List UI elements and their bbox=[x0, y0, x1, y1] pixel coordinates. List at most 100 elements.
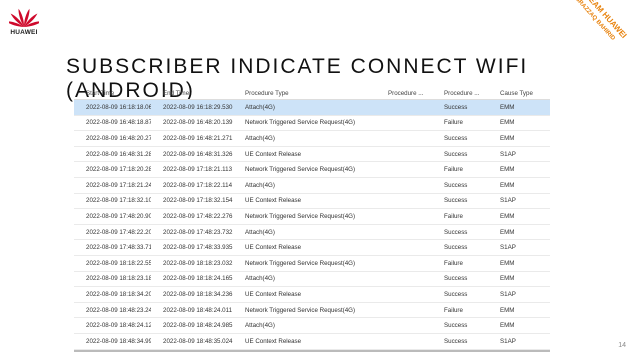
table-row[interactable]: 2022-08-09 17:48:22.200 2022-08-09 17:48:… bbox=[74, 225, 550, 241]
table-cell: S1AP bbox=[500, 337, 516, 345]
table-cell: UE Context Release bbox=[245, 150, 302, 158]
table-cell: EMM bbox=[500, 103, 515, 111]
column-header[interactable]: Start Time bbox=[74, 90, 151, 97]
table-cell: Network Triggered Service Request(4G) bbox=[245, 259, 356, 267]
table-row[interactable]: 2022-08-09 18:48:23.247 2022-08-09 18:48:… bbox=[74, 303, 550, 319]
table-cell: UE Context Release bbox=[245, 197, 302, 205]
table-cell: Network Triggered Service Request(4G) bbox=[245, 166, 356, 174]
table-cell: EMM bbox=[500, 228, 515, 236]
table-cell: S1AP bbox=[500, 290, 516, 298]
table-cell: Success bbox=[444, 134, 468, 142]
table-cell: Success bbox=[444, 244, 468, 252]
table-cell: 2022-08-09 17:18:21.248 bbox=[86, 181, 151, 189]
procedure-table: Start Time End Time Procedure Type Proce… bbox=[74, 87, 550, 352]
table-cell: 2022-08-09 18:48:24.128 bbox=[86, 322, 151, 330]
table-row[interactable]: 2022-08-09 17:48:20.909 2022-08-09 17:48:… bbox=[74, 209, 550, 225]
table-cell: Attach(4G) bbox=[245, 103, 275, 111]
table-cell: 2022-08-09 16:18:18.066 bbox=[86, 103, 151, 111]
table-cell: Success bbox=[444, 337, 468, 345]
table-cell: Failure bbox=[444, 306, 463, 314]
table-cell: EMM bbox=[500, 134, 515, 142]
table-cell: Success bbox=[444, 290, 468, 298]
table-cell: 2022-08-09 18:18:24.165 bbox=[163, 275, 233, 283]
table-cell: 2022-08-09 18:18:23.183 bbox=[86, 275, 151, 283]
table-body: 2022-08-09 16:18:18.066 2022-08-09 16:18:… bbox=[74, 100, 550, 350]
table-row[interactable]: 2022-08-09 18:18:34.201 2022-08-09 18:18:… bbox=[74, 287, 550, 303]
table-row[interactable]: 2022-08-09 16:48:31.289 2022-08-09 16:48:… bbox=[74, 147, 550, 163]
table-cell: 2022-08-09 18:48:23.247 bbox=[86, 306, 151, 314]
table-cell: 2022-08-09 17:48:22.276 bbox=[163, 212, 233, 220]
table-cell: 2022-08-09 18:18:22.556 bbox=[86, 259, 151, 267]
table-row[interactable]: 2022-08-09 17:18:32.107 2022-08-09 17:18:… bbox=[74, 194, 550, 210]
table-cell: 2022-08-09 17:18:32.154 bbox=[163, 197, 233, 205]
table-row[interactable]: 2022-08-09 18:48:24.128 2022-08-09 18:48:… bbox=[74, 318, 550, 334]
table-cell: 2022-08-09 18:48:34.995 bbox=[86, 337, 151, 345]
table-row[interactable]: 2022-08-09 17:18:20.280 2022-08-09 17:18:… bbox=[74, 162, 550, 178]
logo-text: HUAWEI bbox=[10, 29, 38, 36]
table-cell: 2022-08-09 18:18:34.236 bbox=[163, 290, 233, 298]
table-cell: Network Triggered Service Request(4G) bbox=[245, 119, 356, 127]
table-cell: 2022-08-09 16:48:21.271 bbox=[163, 134, 233, 142]
table-cell: Failure bbox=[444, 166, 463, 174]
table-cell: EMM bbox=[500, 275, 515, 283]
table-header: Start Time End Time Procedure Type Proce… bbox=[74, 87, 550, 100]
page-number: 14 bbox=[618, 342, 626, 349]
table-cell: Network Triggered Service Request(4G) bbox=[245, 212, 356, 220]
table-cell: 2022-08-09 16:48:31.326 bbox=[163, 150, 233, 158]
table-row[interactable]: 2022-08-09 17:48:33.715 2022-08-09 17:48:… bbox=[74, 240, 550, 256]
column-header[interactable]: Procedure ... bbox=[432, 90, 488, 97]
huawei-logo-icon bbox=[9, 8, 39, 27]
table-cell: 2022-08-09 17:18:32.107 bbox=[86, 197, 151, 205]
table-cell: 2022-08-09 16:18:29.530 bbox=[163, 103, 233, 111]
table-cell: S1AP bbox=[500, 150, 516, 158]
table-cell: Success bbox=[444, 322, 468, 330]
column-header[interactable]: Procedure ... bbox=[376, 90, 432, 97]
table-row[interactable]: 2022-08-09 18:18:22.556 2022-08-09 18:18:… bbox=[74, 256, 550, 272]
table-cell: 2022-08-09 18:48:24.985 bbox=[163, 322, 233, 330]
table-row[interactable]: 2022-08-09 16:48:20.278 2022-08-09 16:48:… bbox=[74, 131, 550, 147]
table-cell: 2022-08-09 17:48:22.200 bbox=[86, 228, 151, 236]
table-cell: UE Context Release bbox=[245, 244, 302, 252]
table-cell: Success bbox=[444, 181, 468, 189]
table-row[interactable]: 2022-08-09 18:18:23.183 2022-08-09 18:18:… bbox=[74, 272, 550, 288]
column-header[interactable]: Cause Type bbox=[488, 90, 550, 97]
table-cell: S1AP bbox=[500, 197, 516, 205]
table-row[interactable]: 2022-08-09 16:48:18.874 2022-08-09 16:48:… bbox=[74, 116, 550, 132]
table-cell: Success bbox=[444, 197, 468, 205]
table-cell: 2022-08-09 18:48:35.024 bbox=[163, 337, 233, 345]
table-cell: 2022-08-09 17:48:33.935 bbox=[163, 244, 233, 252]
table-cell: EMM bbox=[500, 306, 515, 314]
table-cell: 2022-08-09 16:48:20.278 bbox=[86, 134, 151, 142]
table-cell: Network Triggered Service Request(4G) bbox=[245, 306, 356, 314]
table-cell: 2022-08-09 17:18:20.280 bbox=[86, 166, 151, 174]
column-header[interactable]: End Time bbox=[151, 90, 233, 97]
table-cell: EMM bbox=[500, 119, 515, 127]
column-header[interactable]: Procedure Type bbox=[233, 90, 376, 97]
table-cell: Attach(4G) bbox=[245, 275, 275, 283]
table-cell: Failure bbox=[444, 212, 463, 220]
table-cell: 2022-08-09 17:18:22.114 bbox=[163, 181, 233, 189]
table-row[interactable]: 2022-08-09 17:18:21.248 2022-08-09 17:18:… bbox=[74, 178, 550, 194]
table-cell: 2022-08-09 18:48:24.011 bbox=[163, 306, 233, 314]
table-cell: EMM bbox=[500, 166, 515, 174]
table-cell: UE Context Release bbox=[245, 290, 302, 298]
table-cell: EMM bbox=[500, 212, 515, 220]
huawei-logo: HUAWEI bbox=[7, 6, 41, 36]
table-cell: Attach(4G) bbox=[245, 228, 275, 236]
table-cell: 2022-08-09 17:18:21.113 bbox=[163, 166, 233, 174]
table-cell: Success bbox=[444, 150, 468, 158]
table-cell: 2022-08-09 17:48:23.732 bbox=[163, 228, 233, 236]
table-cell: Attach(4G) bbox=[245, 322, 275, 330]
table-row[interactable]: 2022-08-09 16:18:18.066 2022-08-09 16:18:… bbox=[74, 100, 550, 116]
table-cell: Attach(4G) bbox=[245, 134, 275, 142]
table-cell: Attach(4G) bbox=[245, 181, 275, 189]
table-cell: 2022-08-09 16:48:20.139 bbox=[163, 119, 233, 127]
table-row[interactable]: 2022-08-09 18:48:34.995 2022-08-09 18:48:… bbox=[74, 334, 550, 350]
table-cell: 2022-08-09 17:48:20.909 bbox=[86, 212, 151, 220]
table-cell: Failure bbox=[444, 119, 463, 127]
table-cell: 2022-08-09 16:48:31.289 bbox=[86, 150, 151, 158]
table-cell: EMM bbox=[500, 259, 515, 267]
table-cell: 2022-08-09 18:18:34.201 bbox=[86, 290, 151, 298]
table-cell: 2022-08-09 17:48:33.715 bbox=[86, 244, 151, 252]
table-cell: EMM bbox=[500, 322, 515, 330]
